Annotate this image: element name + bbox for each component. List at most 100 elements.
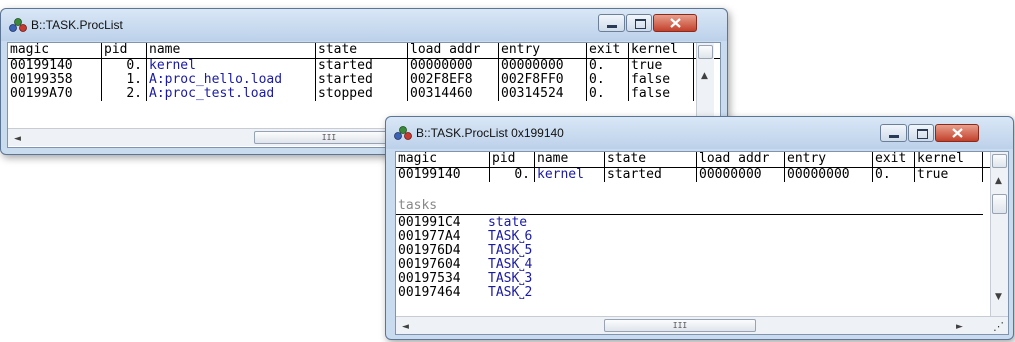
- cell-kernel: false: [629, 87, 694, 101]
- cell-state: started: [316, 73, 408, 87]
- app-icon: [394, 126, 412, 140]
- cell-load-addr: 00000000: [697, 168, 785, 182]
- col-header-pid[interactable]: pid: [490, 152, 535, 167]
- cell-magic: 00199A70: [8, 87, 102, 101]
- task-link[interactable]: TASK˽2: [488, 286, 532, 300]
- cell-entry: 00000000: [499, 59, 587, 73]
- close-button[interactable]: [935, 124, 979, 142]
- cell-magic: 00199358: [8, 73, 102, 87]
- close-icon: [952, 128, 963, 138]
- section-divider: [396, 214, 983, 215]
- col-header-entry[interactable]: entry: [785, 152, 873, 167]
- task-link[interactable]: TASK˽4: [488, 258, 532, 272]
- cell-state: started: [605, 168, 697, 182]
- cell-pid: 0.: [102, 59, 147, 73]
- task-link[interactable]: TASK˽5: [488, 244, 532, 258]
- scroll-up-icon[interactable]: ▲: [701, 69, 708, 83]
- tasks-section-label: tasks: [398, 198, 438, 213]
- table-row[interactable]: 00199A70 2. A:proc_test.load stopped 003…: [8, 87, 720, 101]
- horizontal-scroll-thumb[interactable]: III: [254, 131, 404, 144]
- cell-name-link[interactable]: A:proc_hello.load: [147, 73, 316, 87]
- task-address: 001991C4: [398, 215, 461, 230]
- cell-pid: 0.: [490, 168, 535, 182]
- resize-grip-icon[interactable]: ⋰: [993, 320, 1004, 334]
- window-title: B::TASK.ProcList: [31, 18, 123, 32]
- col-header-kernel[interactable]: kernel: [629, 43, 694, 58]
- vertical-scroll-thumb[interactable]: [698, 45, 713, 59]
- task-address: 001977A4: [398, 229, 461, 244]
- scroll-down-icon[interactable]: ▼: [995, 290, 1002, 304]
- title-bar[interactable]: B::TASK.ProcList: [1, 9, 727, 41]
- table-header: magic pid name state load addr entry exi…: [396, 152, 1008, 168]
- task-link[interactable]: TASK˽3: [488, 272, 532, 286]
- close-icon: [670, 18, 681, 28]
- title-bar[interactable]: B::TASK.ProcList 0x199140: [386, 117, 1013, 149]
- table-row[interactable]: 00199358 1. A:proc_hello.load started 00…: [8, 73, 720, 87]
- task-row[interactable]: 001977A4 TASK˽6: [396, 230, 1008, 244]
- maximize-button[interactable]: [908, 124, 934, 142]
- scroll-left-icon[interactable]: ◄: [402, 320, 409, 334]
- cell-load-addr: 00000000: [408, 59, 499, 73]
- task-address: 00197604: [398, 257, 461, 272]
- cell-kernel: false: [629, 73, 694, 87]
- cell-state: started: [316, 59, 408, 73]
- task-link[interactable]: state: [488, 216, 527, 230]
- maximize-button[interactable]: [626, 14, 652, 32]
- col-header-exit[interactable]: exit: [587, 43, 629, 58]
- cell-load-addr: 002F8EF8: [408, 73, 499, 87]
- col-header-state[interactable]: state: [316, 43, 408, 58]
- horizontal-scrollbar[interactable]: ◄ III ► ⋰: [396, 316, 1008, 334]
- task-link[interactable]: TASK˽6: [488, 230, 532, 244]
- task-address: 00197464: [398, 285, 461, 300]
- col-header-load-addr[interactable]: load addr: [697, 152, 785, 167]
- cell-entry: 00000000: [785, 168, 873, 182]
- task-row[interactable]: 00197464 TASK˽2: [396, 286, 1008, 300]
- minimize-icon: [607, 25, 617, 28]
- vertical-scroll-thumb[interactable]: [992, 194, 1007, 214]
- task-address: 00197534: [398, 271, 461, 286]
- task-row[interactable]: 00197534 TASK˽3: [396, 272, 1008, 286]
- proclist-detail-table: magic pid name state load addr entry exi…: [395, 151, 1009, 335]
- task-row[interactable]: 00197604 TASK˽4: [396, 258, 1008, 272]
- task-address: 001976D4: [398, 243, 461, 258]
- minimize-icon: [889, 135, 899, 138]
- table-row[interactable]: 00199140 0. kernel started 00000000 0000…: [8, 59, 720, 73]
- cell-state: stopped: [316, 87, 408, 101]
- horizontal-scroll-thumb[interactable]: III: [604, 319, 756, 332]
- cell-name-link[interactable]: kernel: [535, 168, 605, 182]
- cell-exit: 0.: [587, 87, 629, 101]
- maximize-icon: [917, 129, 928, 139]
- task-row[interactable]: 001991C4 state: [396, 216, 1008, 230]
- scroll-right-icon[interactable]: ►: [956, 320, 963, 334]
- col-header-magic[interactable]: magic: [8, 43, 102, 58]
- vertical-scroll-header-box: [992, 154, 1007, 168]
- cell-name-link[interactable]: A:proc_test.load: [147, 87, 316, 101]
- col-header-pid[interactable]: pid: [102, 43, 147, 58]
- cell-kernel: true: [629, 59, 694, 73]
- app-icon: [9, 18, 27, 32]
- col-header-magic[interactable]: magic: [396, 152, 490, 167]
- col-header-name[interactable]: name: [147, 43, 316, 58]
- cell-magic: 00199140: [8, 59, 102, 73]
- minimize-button[interactable]: [598, 14, 625, 32]
- vertical-scrollbar[interactable]: ▲ ▼: [990, 152, 1008, 316]
- cell-exit: 0.: [587, 73, 629, 87]
- cell-exit: 0.: [873, 168, 915, 182]
- cell-pid: 2.: [102, 87, 147, 101]
- minimize-button[interactable]: [880, 124, 907, 142]
- col-header-exit[interactable]: exit: [873, 152, 915, 167]
- scroll-left-icon[interactable]: ◄: [14, 132, 21, 146]
- close-button[interactable]: [653, 14, 697, 32]
- cell-name-link[interactable]: kernel: [147, 59, 316, 73]
- col-header-load-addr[interactable]: load addr: [408, 43, 499, 58]
- scroll-up-icon[interactable]: ▲: [995, 174, 1002, 188]
- cell-entry: 002F8FF0: [499, 73, 587, 87]
- col-header-state[interactable]: state: [605, 152, 697, 167]
- col-header-entry[interactable]: entry: [499, 43, 587, 58]
- maximize-icon: [635, 19, 646, 29]
- cell-pid: 1.: [102, 73, 147, 87]
- table-row[interactable]: 00199140 0. kernel started 00000000 0000…: [396, 168, 1008, 182]
- col-header-name[interactable]: name: [535, 152, 605, 167]
- task-row[interactable]: 001976D4 TASK˽5: [396, 244, 1008, 258]
- col-header-kernel[interactable]: kernel: [915, 152, 983, 167]
